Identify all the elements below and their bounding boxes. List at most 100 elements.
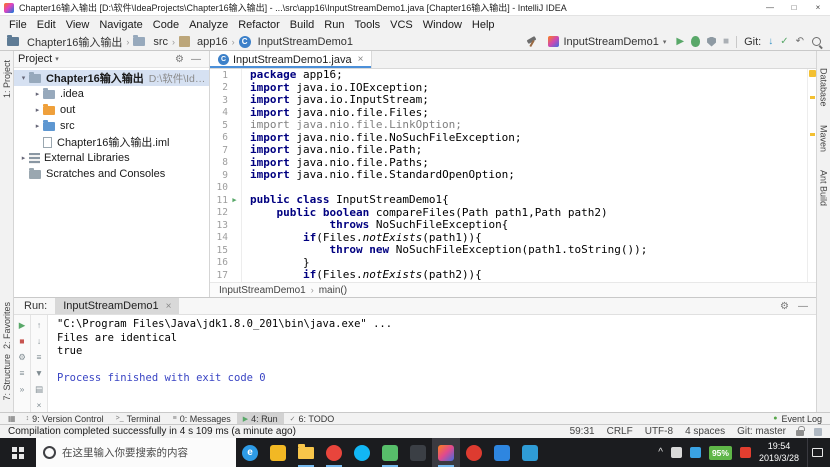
menu-build[interactable]: Build: [285, 19, 319, 31]
commit-icon[interactable]: ✓: [780, 36, 788, 47]
menu-tools[interactable]: Tools: [349, 19, 385, 31]
run-config-selector[interactable]: InputStreamDemo1 ▾: [545, 35, 669, 49]
close-tab-icon[interactable]: ×: [166, 301, 172, 312]
build-hammer-icon[interactable]: [526, 36, 538, 48]
tree-item-idea[interactable]: ▸ .idea: [14, 86, 209, 102]
project-panel-title[interactable]: Project: [18, 53, 52, 65]
action-center-icon[interactable]: [807, 438, 827, 467]
run-button[interactable]: ▶: [676, 36, 684, 47]
menu-code[interactable]: Code: [148, 19, 184, 31]
taskbar-app-wechat[interactable]: [376, 438, 404, 467]
scroll-to-end-button[interactable]: ▼: [33, 367, 46, 379]
inspection-status-icon[interactable]: [809, 70, 816, 77]
taskbar-app-intellij-idea[interactable]: [432, 438, 460, 467]
code-line[interactable]: import java.nio.file.StandardOpenOption;: [250, 168, 807, 182]
tool-window-button-terminal[interactable]: >_ Terminal: [110, 413, 167, 424]
taskbar-app-qq[interactable]: [348, 438, 376, 467]
menu-run[interactable]: Run: [319, 19, 349, 31]
run-console-tab[interactable]: InputStreamDemo1 ×: [55, 298, 180, 314]
tray-app-icon-2[interactable]: [689, 447, 701, 458]
status-crlf[interactable]: CRLF: [607, 426, 633, 437]
indicator-icon[interactable]: [814, 427, 822, 436]
tool-window-button-maven[interactable]: Maven: [819, 125, 829, 152]
tree-toggle-icon[interactable]: ▸: [32, 90, 43, 98]
breadcrumb-src[interactable]: src: [133, 35, 168, 48]
tool-window-button-ant-build[interactable]: Ant Build: [819, 170, 829, 206]
close-button[interactable]: ×: [806, 0, 830, 15]
breadcrumb-inputstreamdemo1[interactable]: C InputStreamDemo1: [238, 35, 353, 48]
tree-item-chapter16-iml[interactable]: Chapter16输入输出.iml: [14, 134, 209, 150]
pin-tab-icon[interactable]: ≡: [16, 367, 29, 379]
menu-window[interactable]: Window: [418, 19, 467, 31]
tray-app-icon-1[interactable]: [670, 447, 682, 458]
status-git-master[interactable]: Git: master: [737, 426, 786, 437]
print-button[interactable]: ▤: [33, 383, 46, 395]
down-stack-trace-button[interactable]: ↓: [33, 335, 46, 347]
taskbar-app-chat-app[interactable]: [488, 438, 516, 467]
event-log-button[interactable]: ● Event Log: [773, 414, 826, 424]
tree-toggle-icon[interactable]: ▾: [18, 74, 29, 82]
coverage-button[interactable]: [707, 36, 717, 47]
editor-tab[interactable]: C InputStreamDemo1.java ×: [210, 51, 373, 68]
tree-item-external-libraries[interactable]: ▸ External Libraries: [14, 150, 209, 166]
taskbar-app-editor-app[interactable]: [516, 438, 544, 467]
maximize-button[interactable]: □: [782, 0, 806, 15]
tool-window-button-database[interactable]: Database: [819, 68, 829, 107]
close-tab-icon[interactable]: ×: [358, 54, 364, 65]
taskbar-clock[interactable]: 19:54 2019/3/28: [759, 441, 799, 464]
search-input[interactable]: [62, 446, 229, 459]
warning-mark-icon[interactable]: [810, 133, 815, 136]
start-button[interactable]: [0, 438, 36, 467]
taskbar-search[interactable]: [36, 438, 236, 467]
run-line-icon[interactable]: ▶: [230, 196, 239, 204]
status-59-31[interactable]: 59:31: [570, 426, 595, 437]
tool-window-button-6-todo[interactable]: ✓ 6: TODO: [284, 413, 341, 424]
tool-window-button-9-version-control[interactable]: ↕ 9: Version Control: [20, 413, 110, 424]
tree-toggle-icon[interactable]: ▸: [32, 122, 43, 130]
breadcrumb-app16[interactable]: app16: [179, 36, 228, 48]
up-stack-trace-button[interactable]: ↑: [33, 319, 46, 331]
rerun-button[interactable]: ▶: [16, 319, 29, 331]
tree-item-chapter16[interactable]: ▾ Chapter16输入输出 D:\软件\IdeaProjects\Chap: [14, 70, 209, 86]
hide-panel-icon[interactable]: —: [798, 301, 808, 312]
breadcrumb-main[interactable]: main(): [319, 285, 347, 296]
tool-window-button-4-run[interactable]: ▶ 4: Run: [236, 413, 284, 424]
taskbar-app-file-explorer[interactable]: [292, 438, 320, 467]
code-line[interactable]: throw new NoSuchFileException(path1.toSt…: [250, 243, 807, 257]
tree-item-scratches-and-consoles[interactable]: Scratches and Consoles: [14, 166, 209, 182]
warning-mark-icon[interactable]: [810, 96, 815, 99]
taskbar-app-browser-edge[interactable]: e: [236, 438, 264, 467]
menu-navigate[interactable]: Navigate: [94, 19, 147, 31]
status-utf-8[interactable]: UTF-8: [645, 426, 673, 437]
stop-button[interactable]: ■: [16, 335, 29, 347]
menu-view[interactable]: View: [61, 19, 95, 31]
lock-icon[interactable]: [796, 425, 805, 436]
debug-button[interactable]: [691, 36, 701, 47]
more-options-icon[interactable]: »: [16, 383, 29, 395]
console-output[interactable]: "C:\Program Files\Java\jdk1.8.0_201\bin\…: [48, 315, 816, 412]
tool-window-button-0-messages[interactable]: ≡ 0: Messages: [167, 413, 237, 424]
tool-window-button-7-structure[interactable]: 7: Structure: [2, 354, 12, 401]
settings-gear-icon[interactable]: ⚙: [175, 54, 184, 65]
settings-gear-icon[interactable]: ⚙: [780, 301, 789, 312]
battery-indicator[interactable]: 95%: [708, 445, 732, 460]
menu-analyze[interactable]: Analyze: [184, 19, 233, 31]
tree-toggle-icon[interactable]: ▸: [18, 154, 29, 162]
run-settings-icon[interactable]: ⚙: [16, 351, 29, 363]
chevron-down-icon[interactable]: ▾: [55, 55, 59, 63]
clear-console-button[interactable]: ×: [33, 399, 46, 411]
tool-window-button-1-project[interactable]: 1: Project: [2, 60, 12, 98]
tree-item-src[interactable]: ▸ src: [14, 118, 209, 134]
tray-expand-icon[interactable]: ^: [658, 447, 663, 458]
taskbar-app-thunder[interactable]: [264, 438, 292, 467]
tool-window-switcher-icon[interactable]: ▦: [4, 414, 20, 423]
soft-wrap-button[interactable]: ≡: [33, 351, 46, 363]
menu-vcs[interactable]: VCS: [385, 19, 418, 31]
update-project-icon[interactable]: ↓: [768, 36, 773, 47]
menu-refactor[interactable]: Refactor: [233, 19, 285, 31]
tool-window-button-2-favorites[interactable]: 2: Favorites: [2, 302, 12, 349]
breadcrumb-inputstreamdemo1[interactable]: InputStreamDemo1: [219, 285, 306, 296]
minimize-button[interactable]: —: [758, 0, 782, 15]
menu-help[interactable]: Help: [467, 19, 500, 31]
code-line[interactable]: if(Files.notExists(path2)){: [250, 268, 807, 282]
